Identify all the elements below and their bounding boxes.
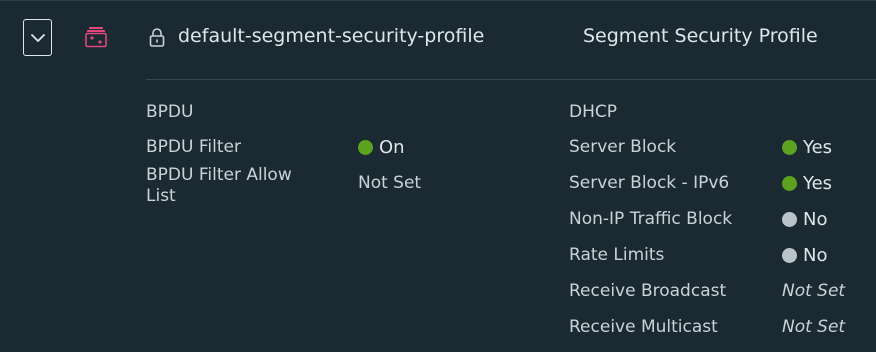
bpdu-filter-allow-list-label: BPDU Filter Allow List <box>146 165 292 206</box>
security-profile-row: default-segment-security-profile Segment… <box>0 0 876 352</box>
server-block-ipv6-value-text: Yes <box>803 173 833 194</box>
status-yes-dot <box>782 140 797 155</box>
bpdu-filter-value-text: On <box>379 137 405 158</box>
receive-broadcast-label: Receive Broadcast <box>569 281 727 301</box>
profile-type: Segment Security Profile <box>583 25 818 47</box>
server-block-label: Server Block <box>569 137 677 157</box>
receive-multicast-value: Not Set <box>782 317 846 337</box>
status-yes-dot <box>782 176 797 191</box>
status-no-dot <box>782 248 797 263</box>
profile-name[interactable]: default-segment-security-profile <box>178 25 484 47</box>
chevron-down-icon <box>30 33 45 42</box>
non-ip-traffic-block-value: No <box>782 209 827 230</box>
rate-limits-value-text: No <box>803 245 828 266</box>
header-divider <box>146 79 876 80</box>
segment-profile-icon <box>85 27 107 48</box>
receive-broadcast-value: Not Set <box>782 281 846 301</box>
bpdu-filter-label: BPDU Filter <box>146 137 241 157</box>
row-top-border <box>0 0 876 1</box>
server-block-ipv6-label: Server Block - IPv6 <box>569 173 730 193</box>
bpdu-section-title: BPDU <box>146 102 194 122</box>
status-on-dot <box>358 140 373 155</box>
bpdu-filter-value: On <box>358 137 405 158</box>
expand-row-button[interactable] <box>23 19 52 56</box>
server-block-ipv6-value: Yes <box>782 173 832 194</box>
rate-limits-value: No <box>782 245 827 266</box>
receive-multicast-label: Receive Multicast <box>569 317 718 337</box>
rate-limits-label: Rate Limits <box>569 245 665 265</box>
non-ip-traffic-block-label: Non-IP Traffic Block <box>569 209 733 229</box>
non-ip-traffic-block-value-text: No <box>803 209 828 230</box>
dhcp-section-title: DHCP <box>569 102 617 122</box>
status-no-dot <box>782 212 797 227</box>
server-block-value-text: Yes <box>803 137 833 158</box>
lock-icon <box>149 28 165 47</box>
bpdu-filter-allow-list-value: Not Set <box>358 173 422 193</box>
server-block-value: Yes <box>782 137 832 158</box>
